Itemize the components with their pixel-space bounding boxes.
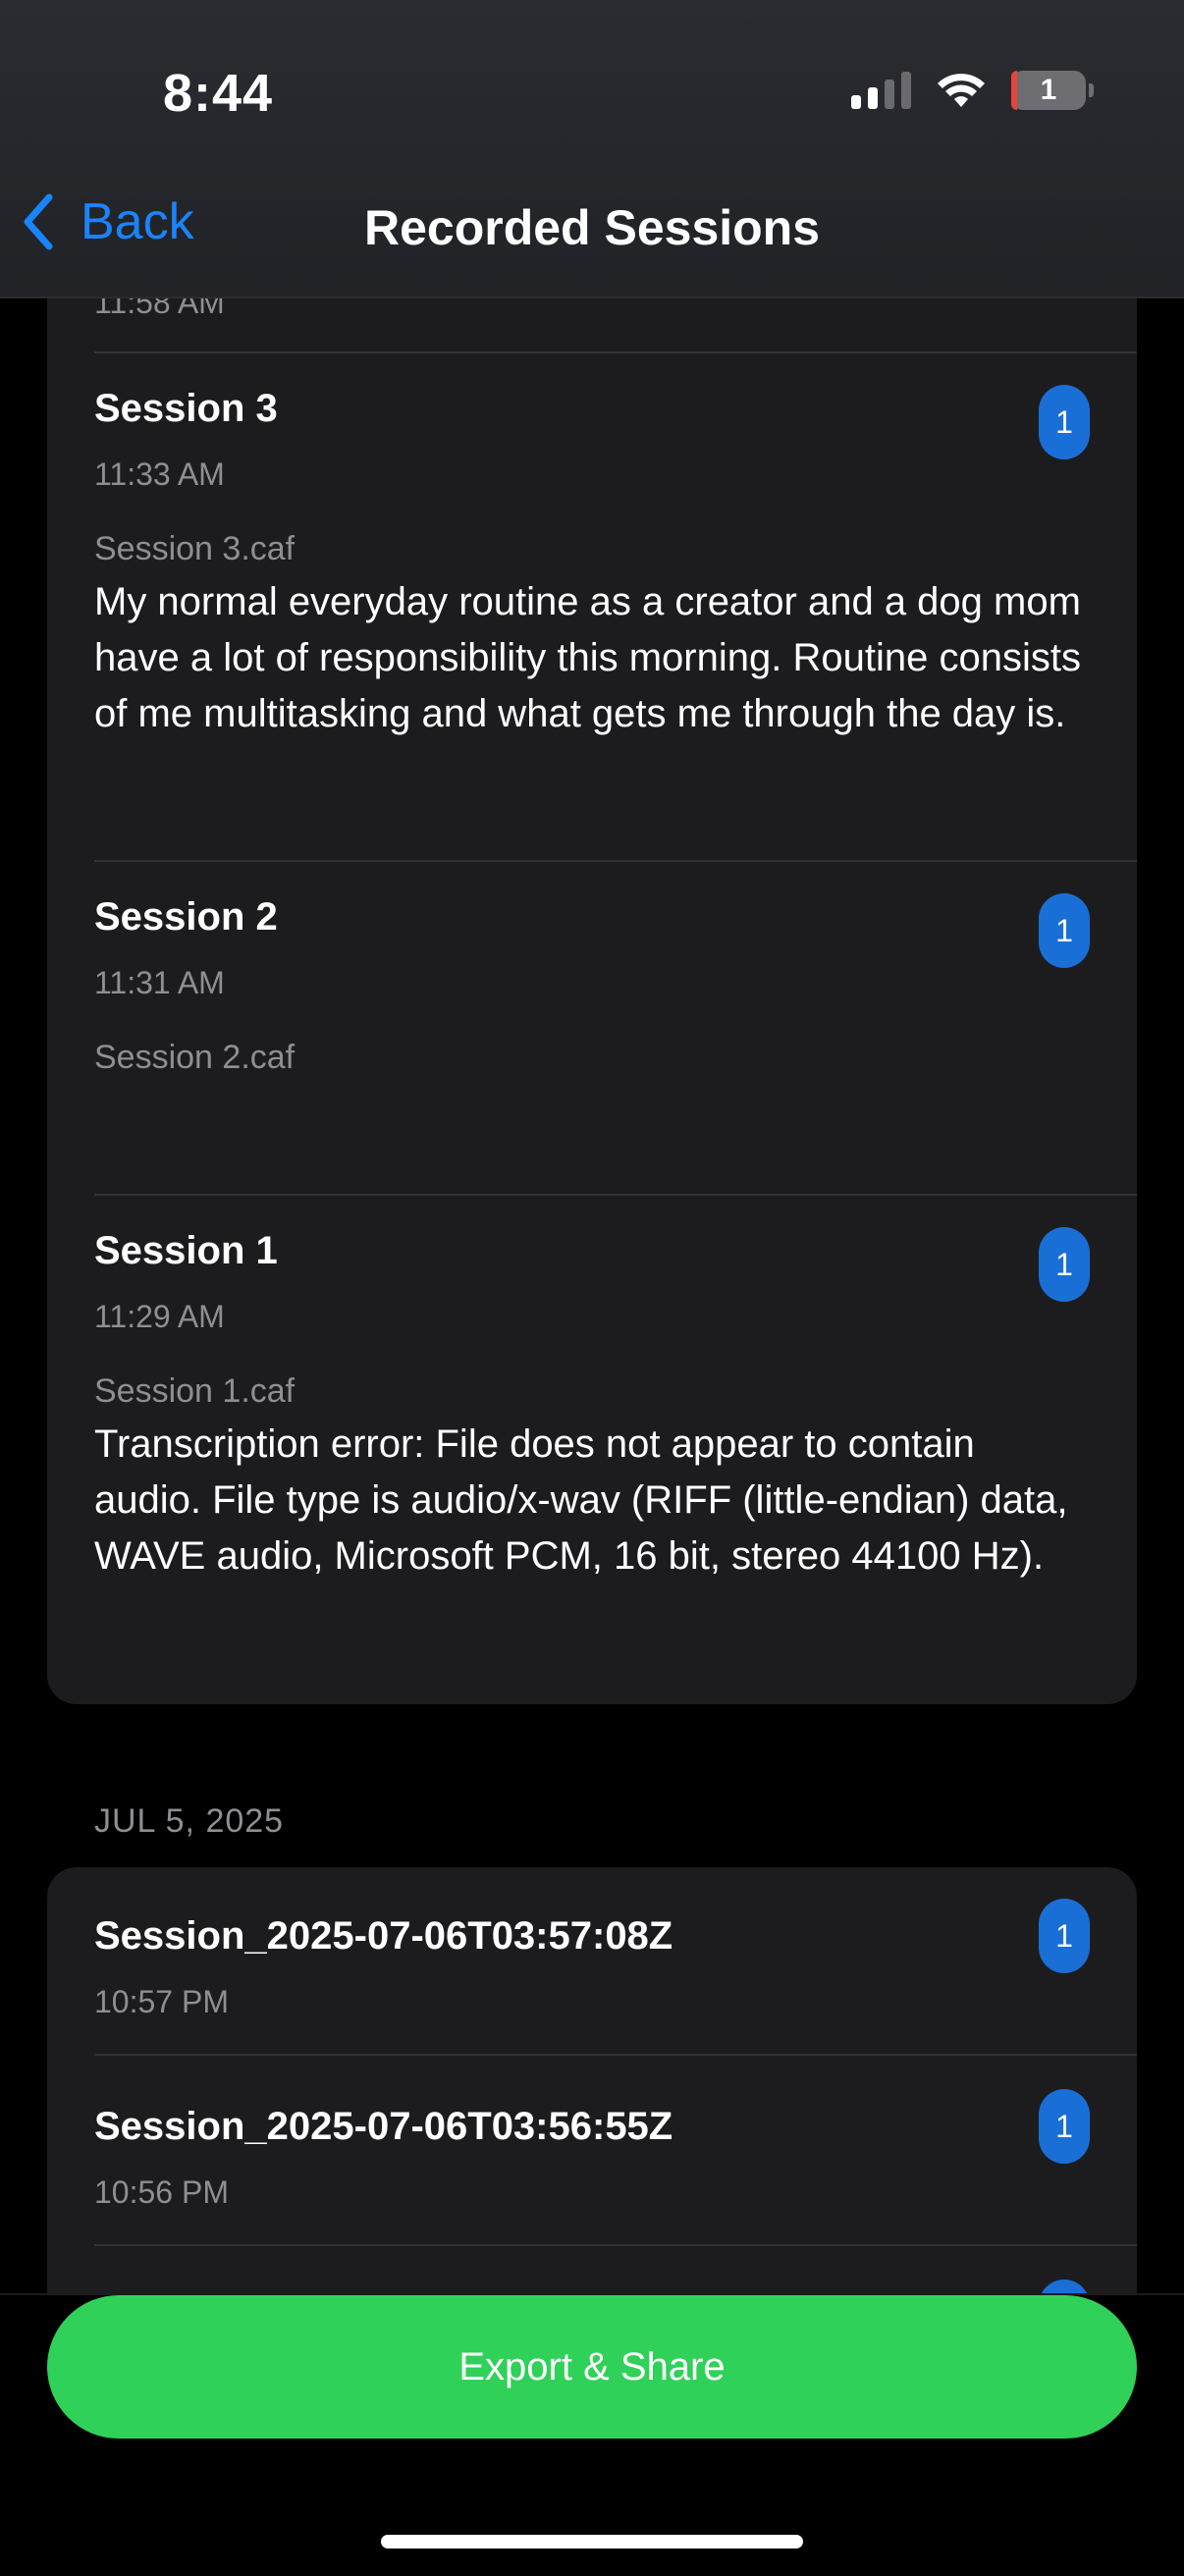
session-group-card: Session_2025-07-06T03:57:08Z 10:57 PM 1 …	[47, 1867, 1137, 2293]
session-time: 11:33 AM	[94, 456, 225, 492]
count-badge: 1	[1039, 2280, 1090, 2293]
divider	[94, 1194, 1137, 1196]
navigation-header: 8:44 1 Back Recorded Sessions	[0, 0, 1184, 298]
session-title: Session_2025-07-06T03:57:08Z	[94, 1914, 673, 1958]
session-time: 11:58 AM	[94, 296, 225, 320]
section-date-header: JUL 5, 2025	[94, 1802, 285, 1840]
session-file-name: Session 3.caf	[94, 530, 296, 567]
wifi-icon	[938, 74, 985, 107]
session-title: Session 1	[94, 1229, 278, 1272]
list-item[interactable]: Session 2 11:31 AM Session 2.caf	[94, 895, 1137, 1083]
cellular-signal-icon	[851, 72, 911, 109]
status-icons: 1	[851, 71, 1094, 110]
session-time: 11:29 AM	[94, 1299, 225, 1334]
status-time: 8:44	[163, 64, 274, 123]
divider	[94, 860, 1137, 862]
count-badge: 1	[1039, 1899, 1090, 1973]
list-item[interactable]: Session 3 11:33 AM Session 3.caf My norm…	[94, 387, 1137, 742]
sessions-list[interactable]: 11:58 AM Session 3 11:33 AM Session 3.ca…	[0, 296, 1184, 2293]
list-item[interactable]: Session_2025-07-06T03:57:08Z 10:57 PM	[94, 1914, 1137, 2020]
session-title: Session_2025-07-06T03:56:55Z	[94, 2105, 673, 2148]
session-file-name: Session 1.caf	[94, 1372, 296, 1410]
session-transcript: My normal everyday routine as a creator …	[94, 580, 1081, 735]
count-badge: 1	[1039, 1227, 1090, 1302]
list-item[interactable]: Session 1 11:29 AM Session 1.caf Transcr…	[94, 1229, 1137, 1584]
home-indicator[interactable]	[381, 2535, 803, 2549]
session-title: Session 3	[94, 387, 278, 430]
session-transcript: Transcription error: File does not appea…	[94, 1422, 1068, 1578]
battery-icon: 1	[1011, 71, 1094, 110]
count-badge: 1	[1039, 893, 1090, 968]
divider	[94, 2054, 1137, 2056]
session-time: 11:31 AM	[94, 965, 225, 1000]
count-badge: 1	[1039, 2089, 1090, 2164]
session-title: Session 2	[94, 895, 278, 939]
page-title: Recorded Sessions	[363, 200, 821, 255]
count-badge: 1	[1039, 385, 1090, 459]
session-time: 10:56 PM	[94, 2174, 229, 2210]
export-share-button[interactable]: Export & Share	[47, 2295, 1137, 2439]
list-item-partial[interactable]: 11:58 AM	[94, 296, 1137, 321]
session-time: 10:57 PM	[94, 1984, 229, 2019]
list-item[interactable]: Session_2025-07-06T03:56:55Z 10:56 PM	[94, 2105, 1137, 2211]
session-group-card: 11:58 AM Session 3 11:33 AM Session 3.ca…	[47, 296, 1137, 1704]
divider	[94, 351, 1137, 353]
divider	[94, 2244, 1137, 2246]
session-file-name: Session 2.caf	[94, 1039, 296, 1076]
